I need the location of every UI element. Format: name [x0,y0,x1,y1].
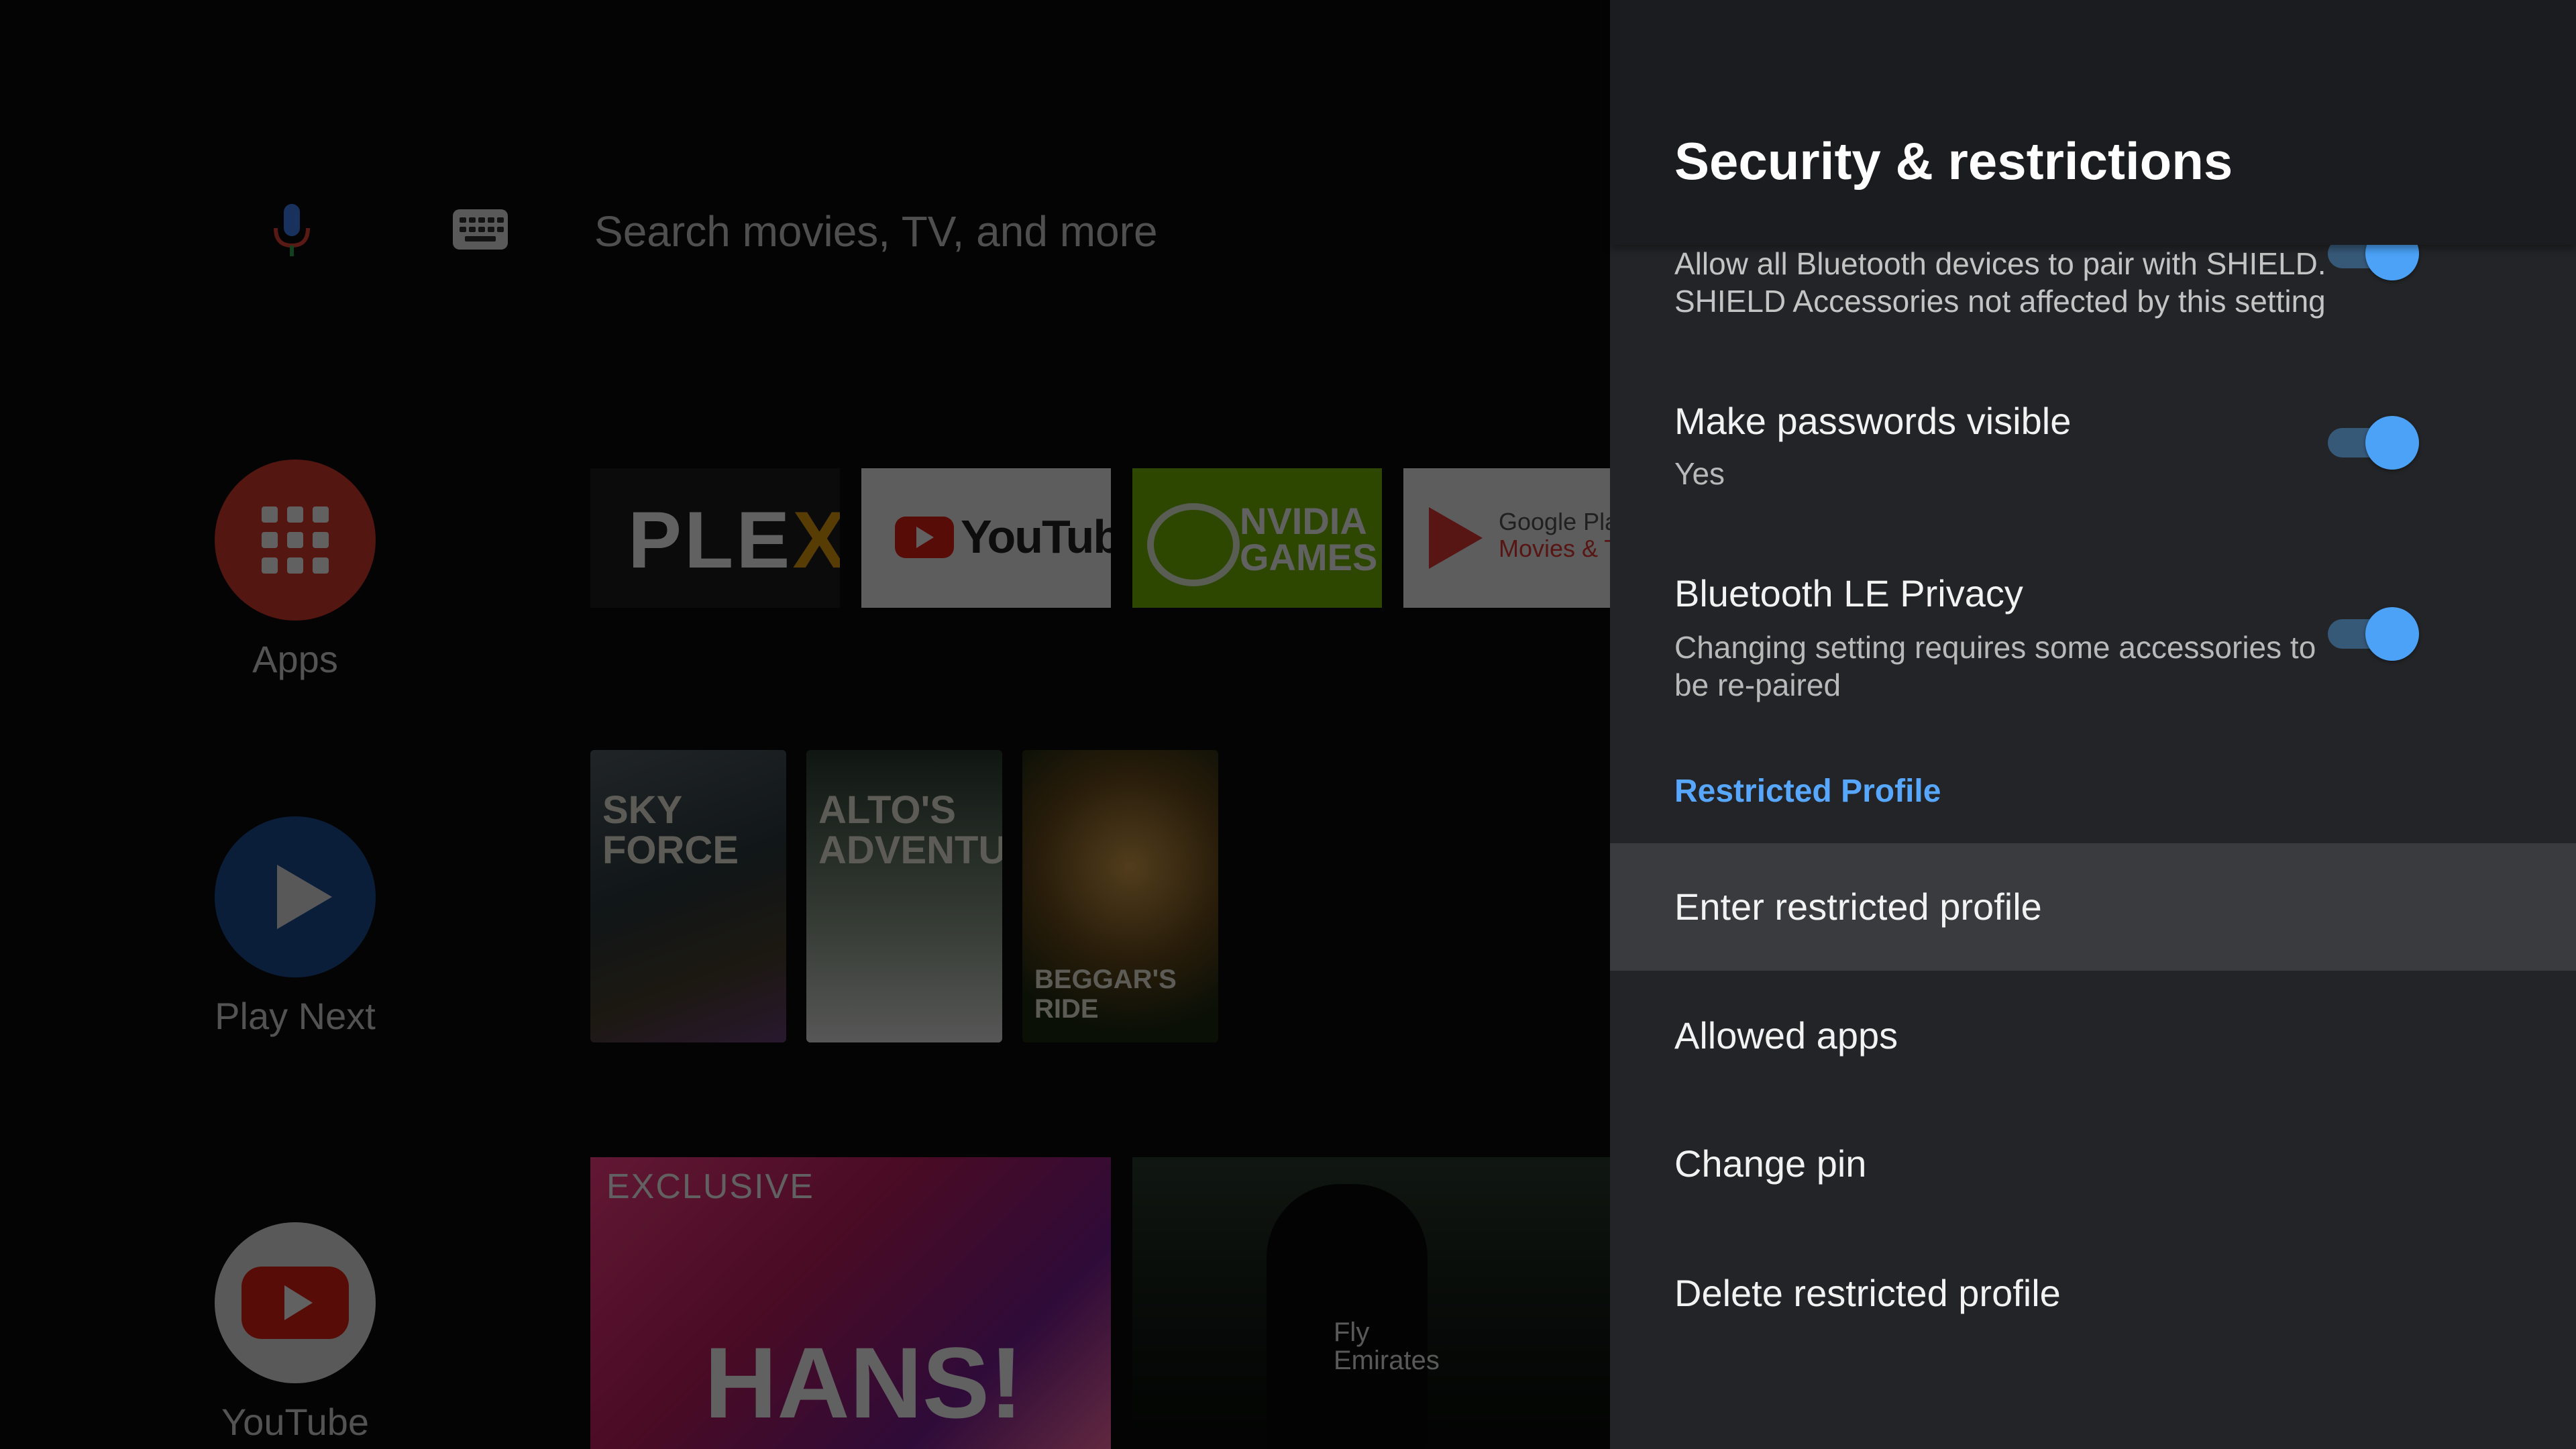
youtube-app-tile[interactable]: YouTube [861,468,1111,608]
poster-title: ALTO'S ADVENTURE [818,788,1002,872]
hans-title: HANS! [704,1326,1023,1439]
play-next-button[interactable] [215,816,376,977]
sky-force-poster[interactable]: SKY FORCE [590,750,786,1042]
enter-restricted-profile-item[interactable]: Enter restricted profile [1610,843,2576,971]
menu-item-label: Change pin [1674,1142,1867,1185]
allowed-apps-item[interactable]: Allowed apps [1610,972,2576,1099]
player-figure [1267,1184,1428,1449]
ble-privacy-subtitle-line1: Changing setting requires some accessori… [1674,630,2316,665]
youtube-logo-icon [895,517,954,558]
bluetooth-pairing-description-line1: Allow all Bluetooth devices to pair with… [1674,246,2326,281]
change-pin-item[interactable]: Change pin [1610,1100,2576,1228]
plex-logo: PLEX [628,495,840,585]
menu-item-label: Allowed apps [1674,1014,1898,1057]
play-next-label: Play Next [215,995,376,1037]
ble-privacy-subtitle-line2: be re-paired [1674,667,1841,702]
passwords-visible-subtitle: Yes [1674,456,1725,491]
hans-video-card[interactable]: EXCLUSIVE HANS! [590,1157,1111,1449]
microphone-icon[interactable] [265,201,319,262]
play-movies-icon [1429,507,1483,569]
home-screen: Search movies, TV, and more Apps Play Ne… [0,0,1610,1449]
exclusive-label: EXCLUSIVE [606,1167,814,1206]
poster-title: SKY FORCE [602,788,739,872]
google-play-movies-tile[interactable]: Google PlayMovies & TV [1403,468,1610,608]
poster-title: BEGGAR'S RIDE [1034,965,1177,1024]
page-title: Security & restrictions [1674,131,2233,191]
bluetooth-pairing-description-line2: SHIELD Accessories not affected by this … [1674,284,2326,319]
altos-adventure-poster[interactable]: ALTO'S ADVENTURE [806,750,1002,1042]
settings-panel: Security & restrictions Allow all Blueto… [1610,0,2576,1449]
delete-restricted-profile-item[interactable]: Delete restricted profile [1610,1230,2576,1357]
restricted-profile-section-header: Restricted Profile [1674,773,1941,809]
youtube-label: YouTube [221,1401,370,1443]
plex-app-tile[interactable]: PLEX [590,468,840,608]
apps-grid-icon [262,506,329,574]
beggars-ride-poster[interactable]: BEGGAR'S RIDE [1022,750,1218,1042]
nvidia-games-tile[interactable]: NVIDIA GAMES [1132,468,1382,608]
passwords-visible-title[interactable]: Make passwords visible [1674,398,2071,445]
menu-item-label: Enter restricted profile [1674,885,2042,928]
youtube-channel-button[interactable] [215,1222,376,1383]
ble-privacy-title[interactable]: Bluetooth LE Privacy [1674,570,2023,617]
football-video-card[interactable]: Fly Emirates [1132,1157,1610,1449]
apps-button[interactable] [215,460,376,621]
jersey-text: Fly Emirates [1334,1318,1440,1375]
nvidia-eye-icon [1147,503,1240,586]
menu-item-label: Delete restricted profile [1674,1272,2061,1314]
panel-header: Security & restrictions [1610,0,2576,245]
nvidia-tile-label: NVIDIA GAMES [1240,500,1378,578]
keyboard-icon[interactable] [453,209,508,250]
youtube-tile-label: YouTube [961,511,1111,563]
play-icon [277,865,332,929]
passwords-visible-toggle[interactable] [2328,416,2419,470]
ble-privacy-toggle[interactable] [2328,607,2419,661]
apps-label: Apps [252,638,338,680]
search-placeholder[interactable]: Search movies, TV, and more [594,201,1158,262]
google-play-tile-label: Google PlayMovies & TV [1499,508,1610,562]
